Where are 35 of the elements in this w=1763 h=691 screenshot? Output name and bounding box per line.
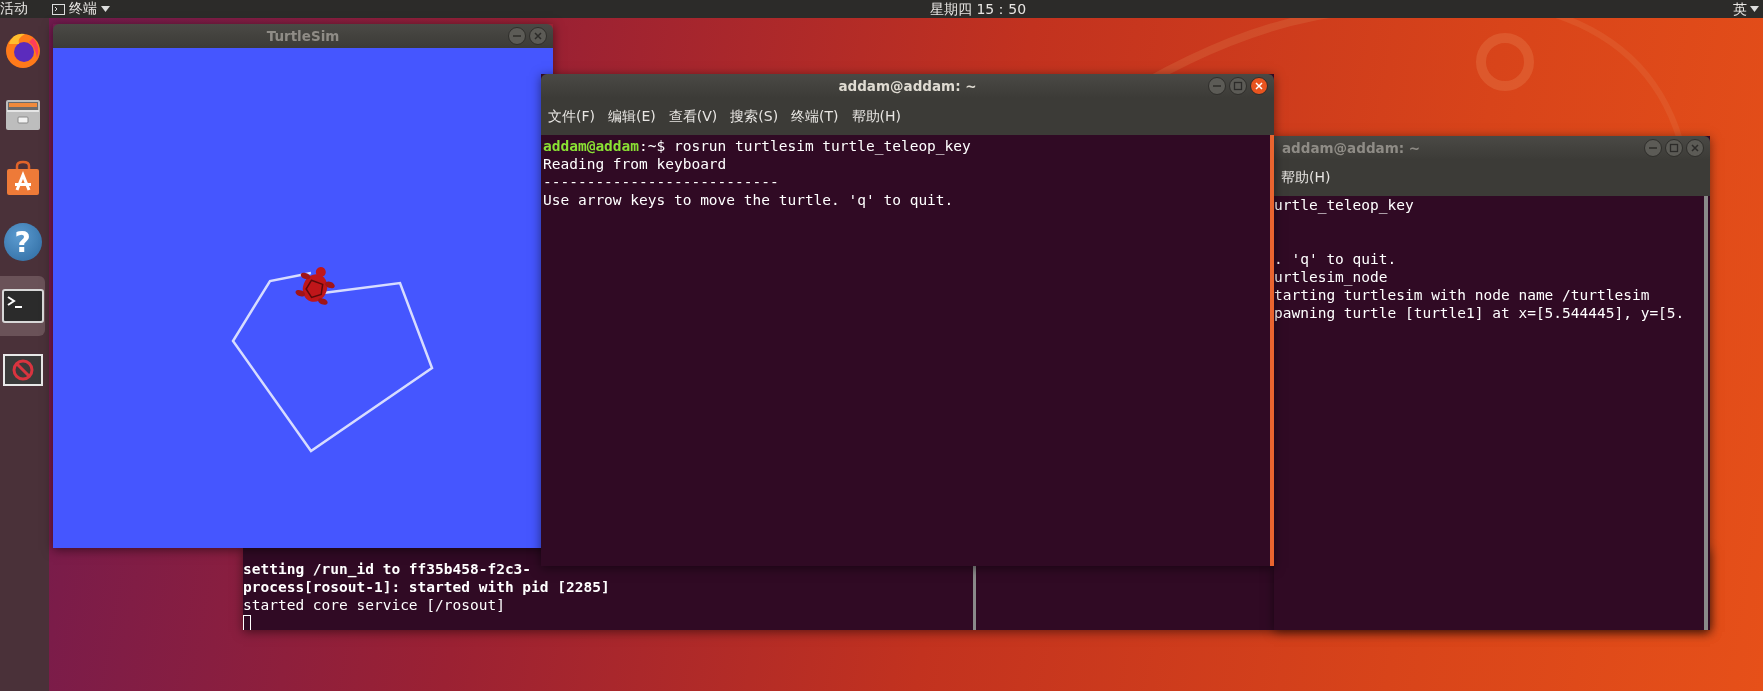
no-entry-icon[interactable] — [2, 354, 43, 386]
window-title: addam@addam: ~ — [1282, 140, 1421, 156]
window-title: addam@addam: ~ — [838, 78, 977, 94]
terminal-line: urtlesim_node — [1274, 269, 1388, 285]
terminal-line: tarting turtlesim with node name /turtlesim — [1274, 287, 1650, 303]
menu-item[interactable]: 帮助(H) — [1279, 167, 1333, 189]
menu-item[interactable]: 编辑(E) — [606, 105, 658, 128]
terminal-line: process[rosout-1]: started with pid [2285] — [243, 579, 610, 595]
window-title: TurtleSim — [266, 28, 340, 44]
activities-button[interactable]: 活动 — [0, 0, 28, 18]
menu-item[interactable]: 搜索(S) — [728, 105, 781, 128]
menu-item[interactable]: 帮助(H) — [849, 105, 904, 128]
menu-item[interactable]: 查看(V) — [666, 105, 720, 128]
text-cursor — [243, 615, 251, 630]
terminal-line: addam@addam:~$ rosrun turtlesim turtle_teleop_key — [543, 138, 971, 154]
terminal-line: --------------------------- — [543, 174, 779, 190]
terminal-line: pawning turtle [turtle1] at x=[5.544445], y=[5. — [1274, 305, 1685, 321]
terminal-line: Reading from keyboard — [543, 156, 727, 172]
caret-icon — [1750, 6, 1759, 12]
terminal-line: Use arrow keys to move the turtle. 'q' to quit. — [543, 192, 954, 208]
dock-item[interactable] — [0, 276, 45, 336]
menu-item[interactable]: 文件(F) — [546, 105, 597, 128]
terminal-line: urtle_teleop_key — [1274, 197, 1414, 213]
input-method-menu[interactable]: 英 — [1733, 0, 1759, 18]
terminal-line: started core service [/rosout] — [243, 597, 505, 613]
terminal-icon — [52, 3, 65, 15]
terminal-icon[interactable] — [1, 289, 44, 323]
app-menu[interactable]: 终端 — [52, 0, 110, 18]
terminal-line: setting /run_id to ff35b458-f2c3- — [243, 561, 532, 577]
caret-icon — [101, 6, 110, 12]
close-icon[interactable] — [1250, 77, 1268, 95]
turtle-icon — [295, 267, 335, 305]
terminal-line: . 'q' to quit. — [1274, 251, 1397, 267]
clock[interactable]: 星期四 15：50 — [930, 0, 1027, 18]
menu-item[interactable]: 终端(T) — [789, 105, 841, 128]
